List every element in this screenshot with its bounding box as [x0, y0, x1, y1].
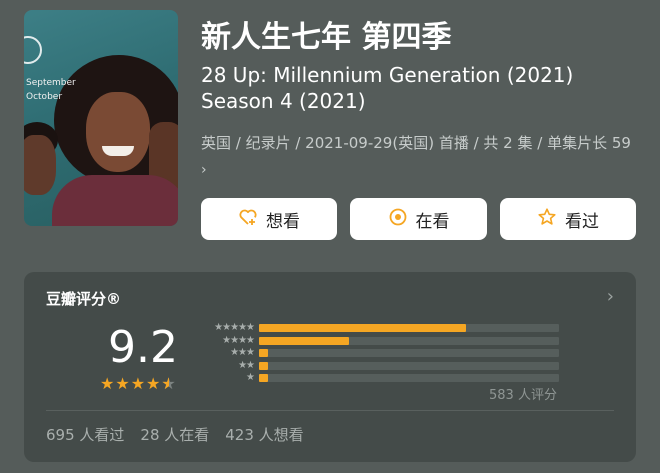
original-title: 28 Up: Millennium Generation (2021) Seas… — [201, 63, 574, 113]
rating-bar-fill — [259, 349, 268, 357]
chevron-right-icon[interactable]: › — [607, 286, 614, 307]
rater-count: 583 人评分 — [489, 388, 557, 403]
poster-logo-mark — [24, 36, 42, 64]
poster-face — [86, 92, 150, 172]
dist-label-2: ★★ — [238, 359, 255, 371]
want-count[interactable]: 423 人想看 — [225, 424, 303, 445]
star-half-icon: ★ — [161, 376, 175, 393]
rating-bar-2 — [259, 361, 559, 370]
rating-bar-5 — [259, 324, 559, 332]
chevron-right-icon: › — [201, 162, 207, 178]
target-icon — [388, 207, 408, 232]
rating-distribution — [259, 324, 559, 387]
poster-child — [24, 135, 56, 195]
rating-bar-1 — [259, 374, 559, 382]
rating-bar-fill — [259, 361, 268, 370]
rating-bar-fill — [259, 336, 349, 345]
rating-bar-fill — [259, 374, 268, 382]
dist-label-5: ★★★★★ — [214, 322, 255, 333]
rating-bar-3 — [259, 349, 559, 357]
show-meta[interactable]: 英国 / 纪录片 / 2021-09-29(英国) 首播 / 共 2 集 / 单… — [201, 130, 641, 183]
star-full-icon: ★ — [130, 374, 146, 393]
rating-bar-fill — [259, 324, 466, 332]
dist-label-1: ★ — [246, 372, 255, 383]
watched-label: 看过 — [565, 211, 599, 232]
page-title: 新人生七年 第四季 — [201, 20, 452, 55]
poster-text-1: September — [26, 78, 76, 88]
watched-button[interactable]: 看过 — [500, 198, 636, 240]
want-to-watch-label: 想看 — [266, 211, 300, 232]
divider — [46, 410, 614, 411]
star-full-icon: ★ — [146, 374, 161, 393]
poster-smile — [102, 146, 134, 156]
rating-score: 9.2 — [108, 322, 178, 373]
watching-count[interactable]: 28 人在看 — [140, 424, 209, 445]
poster-image[interactable]: September October — [24, 10, 178, 226]
rating-title: 豆瓣评分® — [46, 290, 122, 308]
star-full-icon: ★ — [115, 374, 130, 393]
rating-card[interactable]: 豆瓣评分® › 9.2 ★★★★★ ★★★★★ ★★★★ ★★★ ★★ ★ 58… — [24, 272, 636, 462]
meta-text: 英国 / 纪录片 / 2021-09-29(英国) 首播 / 共 2 集 / 单… — [201, 134, 631, 152]
audience-counts: 695 人看过 28 人在看 423 人想看 — [46, 424, 304, 445]
dist-label-4: ★★★★ — [222, 334, 255, 346]
watching-label: 在看 — [415, 211, 450, 232]
poster-shirt — [52, 175, 178, 226]
star-full-icon: ★ — [100, 374, 115, 393]
star-outline-icon — [537, 207, 557, 232]
distribution-labels: ★★★★★ ★★★★ ★★★ ★★ ★ — [198, 322, 255, 385]
want-to-watch-button[interactable]: 想看 — [201, 198, 337, 240]
watched-count[interactable]: 695 人看过 — [46, 424, 124, 445]
heart-plus-icon — [238, 207, 258, 232]
watching-button[interactable]: 在看 — [350, 198, 487, 240]
dist-label-3: ★★★ — [230, 347, 255, 358]
rating-bar-4 — [259, 336, 559, 345]
poster-text-2: October — [26, 92, 63, 102]
rating-stars: ★ ★ ★ ★ ★ — [100, 374, 176, 393]
